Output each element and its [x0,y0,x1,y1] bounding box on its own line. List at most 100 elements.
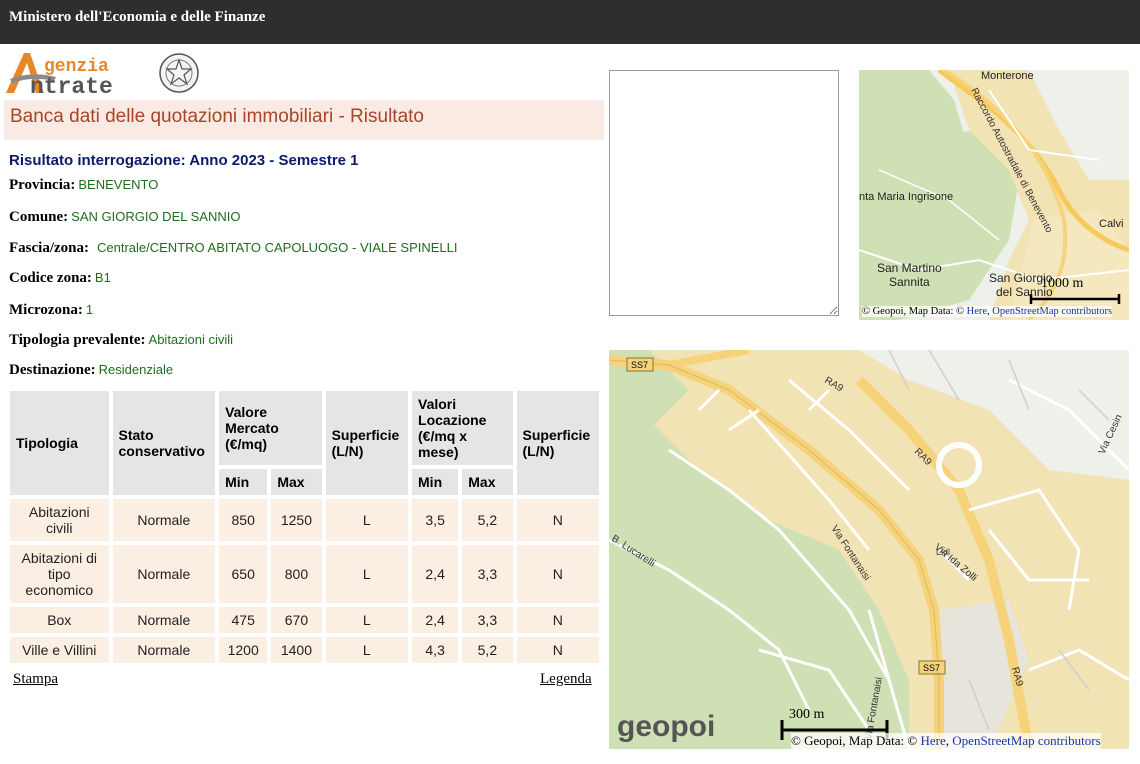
header-vm-min: Min [219,469,268,495]
cell-superficie-1: L [325,637,409,663]
cell-vm-min: 650 [219,545,268,603]
road-label-ss7-bottom: SS7 [923,663,940,673]
destinazione-value: Residenziale [98,362,174,377]
cell-stato: Normale [112,545,216,603]
codice-label: Codice zona: [9,270,92,286]
detail-attribution: © Geopoi, Map Data: © Here, OpenStreetMa… [791,733,1101,749]
geopoi-logo: geopoi [617,710,715,743]
cell-vl-min: 4,3 [412,637,459,663]
comune-label: Comune: [9,209,69,225]
top-bar: Ministero dell'Economia e delle Finanze [0,0,1140,44]
overview-osm-link[interactable]: OpenStreetMap contributors [992,306,1112,317]
codice-value: B1 [94,270,111,285]
road-label-ss7-top: SS7 [631,360,648,370]
fascia-label: Fascia/zona: [9,240,89,256]
overview-map-canvas: Monterone Raccordo Autostradale di Benev… [859,70,1129,320]
field-comune: Comune: SAN GIORGIO DEL SANNIO [9,209,240,226]
microzona-value: 1 [85,302,94,317]
page-title: Banca dati delle quotazioni immobiliari … [10,106,424,127]
cell-vl-min: 2,4 [412,607,459,633]
cell-superficie-2: N [516,545,599,603]
cell-superficie-1: L [325,607,409,633]
field-tipologia-prevalente: Tipologia prevalente: Abitazioni civili [9,332,233,349]
cell-vl-min: 2,4 [412,545,459,603]
overview-here-link[interactable]: Here [967,306,987,317]
result-title: Risultato interrogazione: Anno 2023 - Se… [9,152,359,169]
fascia-value: Centrale/CENTRO ABITATO CAPOLUOGO - VIAL… [97,240,458,255]
poi-label-lidl: Lidl [936,547,950,557]
page-banner: Banca dati delle quotazioni immobiliari … [4,100,604,140]
tipologia-value: Abitazioni civili [148,332,234,347]
cell-vl-max: 5,2 [462,637,513,663]
destinazione-label: Destinazione: [9,362,96,378]
map-label-santa-maria: nta Maria Ingrisone [859,191,953,203]
cell-tipologia: Ville e Villini [10,637,109,663]
notes-textarea[interactable] [609,70,839,316]
cell-vm-min: 850 [219,499,268,541]
map-label-sannita: Sannita [889,275,930,289]
tipologia-label: Tipologia prevalente: [9,332,146,348]
header-tipologia: Tipologia [10,391,109,495]
table-row: Ville e Villini Normale 1200 1400 L 4,3 … [10,637,599,663]
detail-map-canvas: SS7 RA9 RA9 RA9 B. Lucarelli Via Fontana… [609,350,1129,749]
legenda-link[interactable]: Legenda [540,671,592,688]
cell-superficie-2: N [516,607,599,633]
provincia-label: Provincia: [9,177,76,193]
cell-superficie-1: L [325,545,409,603]
detail-scale-label: 300 m [789,707,825,722]
header-vl-min: Min [412,469,459,495]
header-vm-max: Max [271,469,322,495]
overview-attrib-prefix: © Geopoi, Map Data: © [862,306,967,317]
cell-vm-min: 1200 [219,637,268,663]
detail-map[interactable]: SS7 RA9 RA9 RA9 B. Lucarelli Via Fontana… [609,350,1129,749]
cell-stato: Normale [112,607,216,633]
cell-stato: Normale [112,499,216,541]
comune-value: SAN GIORGIO DEL SANNIO [71,209,241,224]
overview-attribution: © Geopoi, Map Data: © Here, OpenStreetMa… [862,306,1113,317]
cell-vm-min: 475 [219,607,268,633]
provincia-value: BENEVENTO [78,177,159,192]
header-valori-locazione: Valori Locazione (€/mq x mese) [412,391,513,465]
microzona-label: Microzona: [9,302,83,318]
header-valore-mercato: Valore Mercato (€/mq) [219,391,322,465]
cell-superficie-2: N [516,499,599,541]
overview-scale-label: 1000 m [1041,276,1084,291]
ministry-title: Ministero dell'Economia e delle Finanze [9,9,266,25]
header-stato: Stato conservativo [112,391,216,495]
quotations-table: Tipologia Stato conservativo Valore Merc… [6,387,603,667]
header-vl-max: Max [462,469,513,495]
cell-tipologia: Box [10,607,109,633]
field-microzona: Microzona: 1 [9,302,93,319]
field-fascia: Fascia/zona: Centrale/CENTRO ABITATO CAPO… [9,240,458,257]
cell-tipologia: Abitazioni di tipo economico [10,545,109,603]
logo-text-bottom: ntrate [30,74,113,99]
stampa-link[interactable]: Stampa [13,671,58,688]
map-label-monterone: Monterone [981,70,1034,82]
cell-vm-max: 800 [271,545,322,603]
emblem-icon [159,53,199,93]
field-destinazione: Destinazione: Residenziale [9,362,173,379]
cell-superficie-2: N [516,637,599,663]
cell-vm-max: 1400 [271,637,322,663]
cell-vl-max: 3,3 [462,607,513,633]
detail-osm-link[interactable]: OpenStreetMap contributors [952,733,1100,748]
cell-vl-max: 5,2 [462,499,513,541]
cell-stato: Normale [112,637,216,663]
map-label-calvi: Calvi [1099,218,1123,230]
agenzia-entrate-logo[interactable]: genzia ntrate [4,49,200,100]
header-superficie-2: Superficie (L/N) [516,391,599,495]
table-row: Abitazioni civili Normale 850 1250 L 3,5… [10,499,599,541]
field-provincia: Provincia: BENEVENTO [9,177,158,194]
cell-vm-max: 670 [271,607,322,633]
cell-vm-max: 1250 [271,499,322,541]
cell-tipologia: Abitazioni civili [10,499,109,541]
detail-attrib-prefix: © Geopoi, Map Data: © [791,733,921,748]
overview-map[interactable]: Monterone Raccordo Autostradale di Benev… [859,70,1129,320]
cell-vl-min: 3,5 [412,499,459,541]
detail-here-link[interactable]: Here [921,733,946,748]
map-label-san-martino: San Martino [877,261,942,275]
header-superficie-1: Superficie (L/N) [325,391,409,495]
table-row: Abitazioni di tipo economico Normale 650… [10,545,599,603]
cell-vl-max: 3,3 [462,545,513,603]
table-row: Box Normale 475 670 L 2,4 3,3 N [10,607,599,633]
